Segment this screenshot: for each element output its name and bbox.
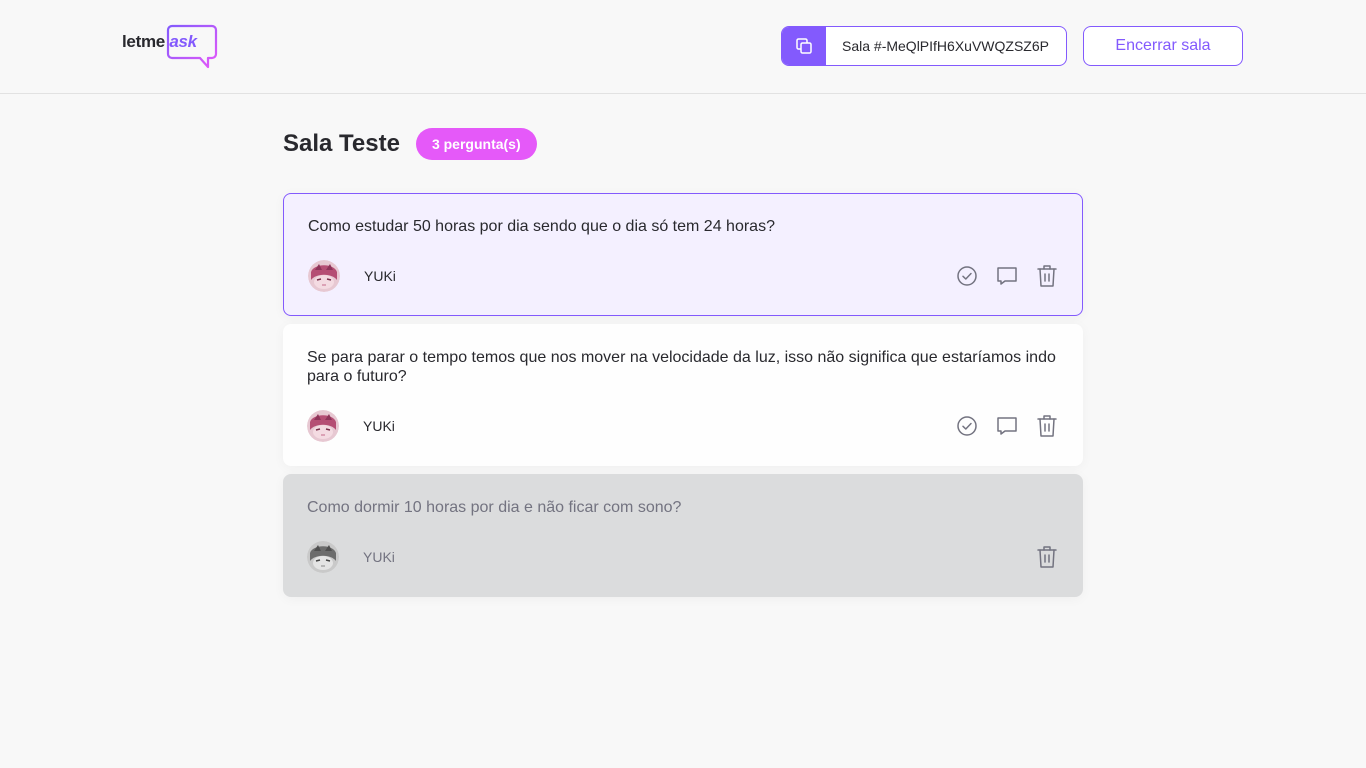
- letmeask-logo: letme ask: [122, 24, 218, 70]
- avatar: [307, 541, 339, 573]
- author-name: YUKi: [364, 268, 396, 284]
- room-content: Sala Teste 3 pergunta(s) Como estudar 50…: [283, 127, 1083, 605]
- question-footer: YUKi: [307, 410, 1059, 442]
- top-bar: letme ask Sala #-MeQlPIfH6XuVWQZSZ6P Enc…: [0, 0, 1366, 94]
- trash-icon[interactable]: [1035, 414, 1059, 438]
- room-code-label: Sala #-MeQlPIfH6XuVWQZSZ6P: [842, 38, 1049, 54]
- question-actions: [955, 264, 1059, 288]
- chat-icon[interactable]: [995, 414, 1019, 438]
- question-content: Como estudar 50 horas por dia sendo que …: [308, 218, 775, 235]
- question-footer: YUKi: [307, 541, 1059, 573]
- copy-icon: [782, 27, 826, 65]
- check-icon[interactable]: [955, 264, 979, 288]
- room-code-button[interactable]: Sala #-MeQlPIfH6XuVWQZSZ6P: [781, 26, 1067, 66]
- avatar: [308, 260, 340, 292]
- avatar: [307, 410, 339, 442]
- trash-icon[interactable]: [1035, 264, 1059, 288]
- question-content: Se para parar o tempo temos que nos move…: [307, 349, 1056, 385]
- trash-icon[interactable]: [1035, 545, 1059, 569]
- question-footer: YUKi: [308, 260, 1059, 292]
- check-icon[interactable]: [955, 414, 979, 438]
- speech-bubble-icon: [166, 24, 218, 69]
- question-author: YUKi: [307, 410, 395, 442]
- room-title-row: Sala Teste 3 pergunta(s): [283, 127, 1083, 160]
- question-count-badge: 3 pergunta(s): [415, 127, 537, 160]
- end-room-button[interactable]: Encerrar sala: [1083, 26, 1243, 66]
- page-title: Sala Teste: [283, 129, 400, 157]
- question-author: YUKi: [308, 260, 396, 292]
- question-author: YUKi: [307, 541, 395, 573]
- question-actions: [955, 414, 1059, 438]
- question-card: Como dormir 10 horas por dia e não ficar…: [283, 474, 1083, 597]
- question-content: Como dormir 10 horas por dia e não ficar…: [307, 499, 682, 516]
- question-actions: [1035, 545, 1059, 569]
- chat-icon[interactable]: [995, 264, 1019, 288]
- question-card: Como estudar 50 horas por dia sendo que …: [283, 193, 1083, 316]
- author-name: YUKi: [363, 549, 395, 565]
- author-name: YUKi: [363, 418, 395, 434]
- question-card: Se para parar o tempo temos que nos move…: [283, 324, 1083, 466]
